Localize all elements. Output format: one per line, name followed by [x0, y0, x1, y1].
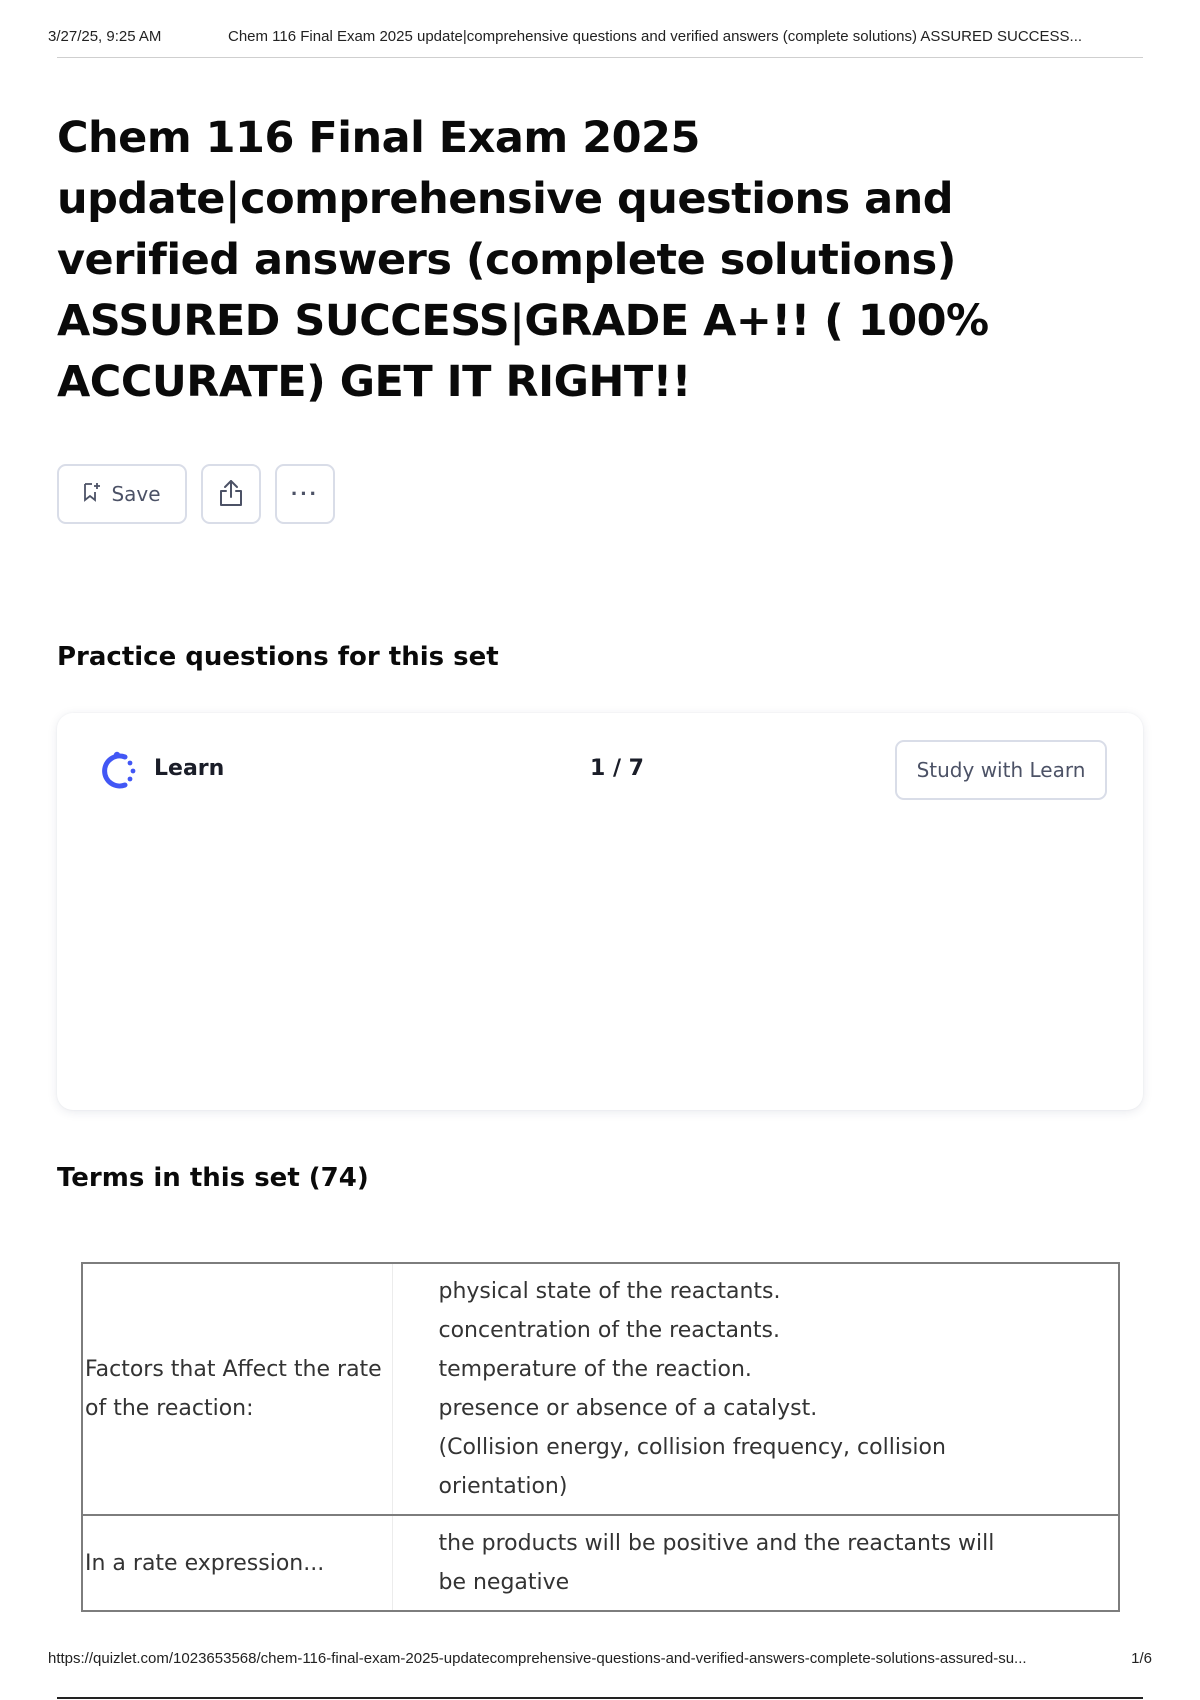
term-cell: In a rate expression...	[82, 1515, 393, 1611]
share-button[interactable]	[201, 464, 261, 524]
learn-practice-card: Learn 1 / 7 Study with Learn	[57, 713, 1143, 1110]
definition-line: the products will be positive and the re…	[438, 1531, 995, 1556]
question-progress: 1 / 7	[590, 756, 644, 781]
terms-table: Factors that Affect the rate of the reac…	[81, 1262, 1120, 1612]
learn-icon	[95, 749, 139, 793]
more-horizontal-icon: ···	[291, 481, 319, 506]
header-divider	[57, 57, 1143, 58]
print-date: 3/27/25, 9:25 AM	[48, 28, 162, 45]
study-with-learn-button[interactable]: Study with Learn	[895, 740, 1107, 800]
print-page-number: 1/6	[1131, 1650, 1152, 1667]
page-title: Chem 116 Final Exam 2025 update|comprehe…	[57, 113, 989, 407]
definition-line: presence or absence of a catalyst.	[438, 1396, 818, 1421]
terms-heading: Terms in this set (74)	[57, 1163, 369, 1193]
set-toolbar: Save ···	[57, 464, 335, 524]
definition-cell: the products will be positive and the re…	[392, 1515, 1119, 1611]
term-cell: Factors that Affect the rate of the reac…	[82, 1263, 393, 1516]
print-footer: https://quizlet.com/1023653568/chem-116-…	[48, 1650, 1152, 1667]
more-options-button[interactable]: ···	[275, 464, 335, 524]
definition-line: (Collision energy, collision frequency, …	[438, 1435, 946, 1460]
print-doc-title: Chem 116 Final Exam 2025 update|comprehe…	[228, 28, 1083, 45]
definition-line: concentration of the reactants.	[438, 1318, 780, 1343]
print-url: https://quizlet.com/1023653568/chem-116-…	[48, 1650, 1027, 1667]
table-row: Factors that Affect the rate of the reac…	[82, 1263, 1119, 1516]
definition-line: temperature of the reaction.	[438, 1357, 752, 1382]
table-row: In a rate expression... the products wil…	[82, 1515, 1119, 1611]
share-icon	[217, 478, 245, 511]
practice-heading: Practice questions for this set	[57, 642, 499, 672]
save-button[interactable]: Save	[57, 464, 187, 524]
learn-mode-label: Learn	[154, 756, 225, 781]
definition-line: orientation)	[438, 1474, 568, 1499]
footer-divider	[57, 1697, 1143, 1699]
save-label: Save	[111, 482, 161, 506]
print-header: 3/27/25, 9:25 AM Chem 116 Final Exam 202…	[48, 28, 1152, 58]
bookmark-add-icon	[83, 482, 101, 507]
definition-cell: physical state of the reactants. concent…	[392, 1263, 1119, 1516]
definition-line: physical state of the reactants.	[438, 1279, 781, 1304]
definition-line: be negative	[438, 1570, 570, 1595]
